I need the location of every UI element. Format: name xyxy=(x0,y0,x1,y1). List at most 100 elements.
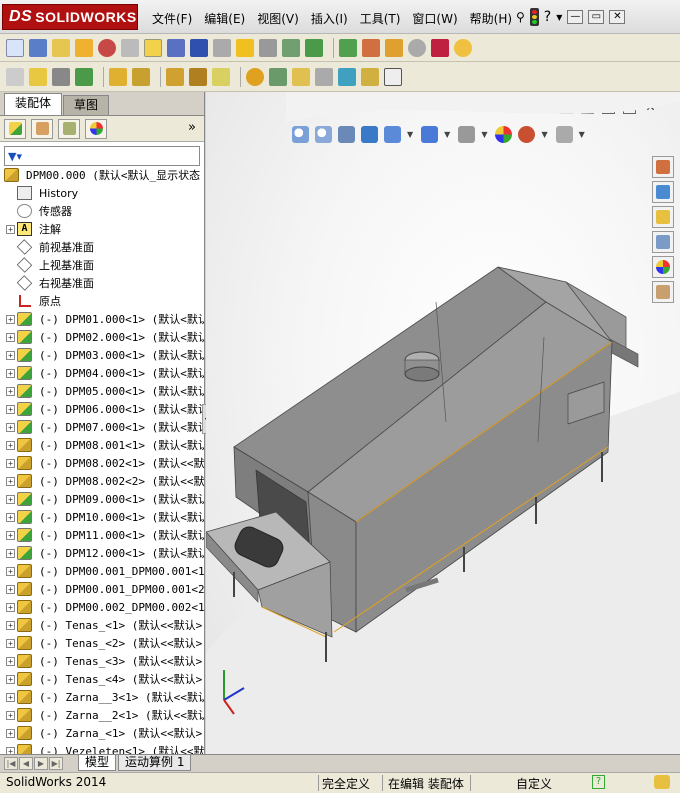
tag-icon[interactable] xyxy=(654,775,670,789)
feature-manager-tab[interactable] xyxy=(4,118,26,139)
large-assembly-icon[interactable] xyxy=(361,67,379,86)
minimize-button[interactable]: — xyxy=(567,10,584,24)
clearance-icon[interactable] xyxy=(213,38,231,57)
mate-icon[interactable] xyxy=(52,67,70,86)
warning-icon[interactable] xyxy=(236,38,254,57)
sum-icon[interactable] xyxy=(190,38,208,57)
tree-item[interactable]: + (-) DPM06.000<1> (默认<默认/ xyxy=(0,400,204,418)
insert-component-icon[interactable] xyxy=(6,67,24,86)
tree-item[interactable]: + (-) DPM00.002_DPM00.002<1> xyxy=(0,598,204,616)
close-button[interactable]: ✕ xyxy=(609,10,626,24)
expand-toggle-icon[interactable]: + xyxy=(6,512,15,522)
view-palette-tab[interactable] xyxy=(652,231,674,253)
prev-tab-icon[interactable]: ◀ xyxy=(19,757,33,770)
expand-toggle-icon[interactable]: + xyxy=(6,728,15,738)
check-icon[interactable] xyxy=(121,38,139,57)
tree-item[interactable]: + (-) DPM00.001_DPM00.001<1> xyxy=(0,562,204,580)
assembly-features-icon[interactable] xyxy=(189,67,207,86)
design-library-tab[interactable] xyxy=(652,181,674,203)
tree-item[interactable]: + (-) DPM09.000<1> (默认<默认/ xyxy=(0,490,204,508)
tree-item[interactable]: + A 注解 xyxy=(0,220,204,238)
tree-item[interactable]: + (-) DPM03.000<1> (默认<默认/ xyxy=(0,346,204,364)
exploded-view-icon[interactable] xyxy=(292,67,310,86)
property-manager-tab[interactable] xyxy=(31,118,53,139)
tree-item[interactable]: 上视基准面 xyxy=(0,256,204,274)
mass-properties-icon[interactable] xyxy=(52,38,70,57)
expand-toggle-icon[interactable]: + xyxy=(6,584,15,594)
file-explorer-tab[interactable] xyxy=(652,206,674,228)
tree-item[interactable]: + (-) DPM02.000<1> (默认<默认/ xyxy=(0,328,204,346)
expand-toggle-icon[interactable]: + xyxy=(6,746,15,754)
expand-toggle-icon[interactable]: + xyxy=(6,368,15,378)
menu-tools[interactable]: 工具(T) xyxy=(360,10,401,27)
traffic-light-icon[interactable] xyxy=(529,8,539,26)
tree-item[interactable]: + (-) Tenas_<2> (默认<<默认> xyxy=(0,634,204,652)
tree-item[interactable]: + (-) DPM10.000<1> (默认<默认/ xyxy=(0,508,204,526)
expand-toggle-icon[interactable]: + xyxy=(6,422,15,432)
menu-file[interactable]: 文件(F) xyxy=(152,10,192,27)
conveyor-oven-model[interactable] xyxy=(206,92,680,754)
custom-properties-tab[interactable] xyxy=(652,281,674,303)
tree-item[interactable]: 传感器 xyxy=(0,202,204,220)
expand-toggle-icon[interactable]: + xyxy=(6,404,15,414)
next-tab-icon[interactable]: ▶ xyxy=(34,757,48,770)
reference-geometry-icon[interactable] xyxy=(212,67,230,86)
measure-icon[interactable] xyxy=(29,38,47,57)
display-manager-tab[interactable] xyxy=(85,118,107,139)
expand-toggle-icon[interactable]: + xyxy=(6,350,15,360)
thickness-icon[interactable] xyxy=(385,38,403,57)
menu-view[interactable]: 视图(V) xyxy=(257,10,299,27)
menu-insert[interactable]: 插入(I) xyxy=(311,10,348,27)
expand-toggle-icon[interactable]: + xyxy=(6,656,15,666)
expand-toggle-icon[interactable]: + xyxy=(6,530,15,540)
expand-toggle-icon[interactable]: + xyxy=(6,440,15,450)
expand-toggle-icon[interactable]: + xyxy=(6,692,15,702)
tree-item[interactable]: + (-) DPM08.002<2> (默认<<默认 xyxy=(0,472,204,490)
snapshot-icon[interactable] xyxy=(384,67,402,86)
first-tab-icon[interactable]: |◀ xyxy=(4,757,18,770)
last-tab-icon[interactable]: ▶| xyxy=(49,757,63,770)
new-motion-study-icon[interactable] xyxy=(246,67,264,86)
help-dropdown-icon[interactable]: ▼ xyxy=(556,13,562,22)
solidworks-logo[interactable]: DS SOLIDWORKS xyxy=(2,4,138,30)
tree-item[interactable]: + (-) Tenas_<3> (默认<<默认> xyxy=(0,652,204,670)
expand-toggle-icon[interactable]: + xyxy=(6,710,15,720)
symmetry-icon[interactable] xyxy=(408,38,426,57)
appearance-icon[interactable] xyxy=(431,38,449,57)
linear-pattern-icon[interactable] xyxy=(75,67,93,86)
expand-toggle-icon[interactable]: + xyxy=(6,314,15,324)
tab-model[interactable]: 模型 xyxy=(78,755,117,771)
section-properties-icon[interactable] xyxy=(75,38,93,57)
expand-toggle-icon[interactable]: + xyxy=(6,332,15,342)
smart-fasteners-icon[interactable] xyxy=(109,67,127,86)
realview-icon[interactable] xyxy=(454,38,472,57)
checkbox-icon[interactable] xyxy=(144,38,162,57)
deviation-icon[interactable] xyxy=(362,38,380,57)
menu-help[interactable]: 帮助(H) xyxy=(470,10,512,27)
instant3d-icon[interactable] xyxy=(338,67,356,86)
expand-toggle-icon[interactable]: + xyxy=(6,620,15,630)
tab-motion-study[interactable]: 运动算例 1 xyxy=(118,755,192,771)
compare-icon[interactable] xyxy=(305,38,323,57)
tree-item[interactable]: + (-) DPM12.000<1> (默认<默认/ xyxy=(0,544,204,562)
expand-toggle-icon[interactable]: + xyxy=(6,494,15,504)
tree-item[interactable]: + (-) DPM01.000<1> (默认<默认/ xyxy=(0,310,204,328)
menu-window[interactable]: 窗口(W) xyxy=(412,10,457,27)
explode-line-sketch-icon[interactable] xyxy=(315,67,333,86)
restore-button[interactable]: ▭ xyxy=(588,10,605,24)
tree-item[interactable]: + (-) DPM04.000<1> (默认<默认/ xyxy=(0,364,204,382)
expand-toggle-icon[interactable]: + xyxy=(6,548,15,558)
align-icon[interactable] xyxy=(259,38,277,57)
tab-sketch[interactable]: 草图 xyxy=(63,95,110,115)
new-part-icon[interactable] xyxy=(29,67,47,86)
tree-item[interactable]: + (-) DPM11.000<1> (默认<默认/ xyxy=(0,526,204,544)
graphics-area[interactable]: ▯ ▯ ▁ ▭ ✕ ▼ ▼ ▼ ▼ ▼ xyxy=(206,92,680,754)
help-status-icon[interactable]: ? xyxy=(592,775,605,789)
interference-icon[interactable] xyxy=(167,38,185,57)
expand-toggle-icon[interactable]: + xyxy=(6,602,15,612)
statistics-icon[interactable] xyxy=(98,38,116,57)
pin-icon[interactable]: ⚲ xyxy=(516,10,525,24)
tree-filter[interactable]: ▼▾ xyxy=(4,146,200,166)
menu-edit[interactable]: 编辑(E) xyxy=(204,10,245,27)
expand-toggle-icon[interactable]: + xyxy=(6,638,15,648)
